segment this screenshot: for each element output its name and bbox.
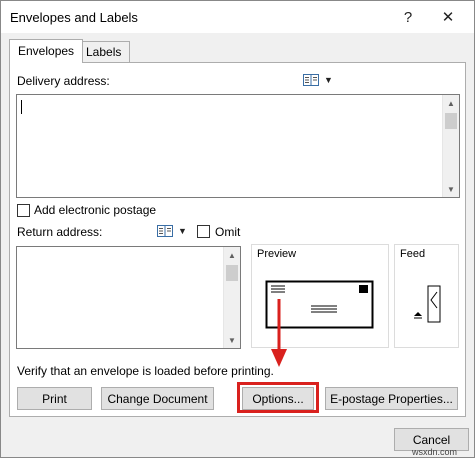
text-cursor [21, 100, 22, 114]
change-document-button-label: Change Document [107, 391, 208, 406]
options-button[interactable]: Options... [242, 387, 314, 410]
close-icon: ✕ [441, 9, 455, 26]
tab-labels-label: Labels [86, 45, 122, 59]
tab-labels[interactable]: Labels [77, 41, 131, 62]
tab-envelopes-label: Envelopes [18, 44, 75, 58]
return-address-dropdown-icon[interactable]: ▼ [178, 226, 187, 236]
delivery-address-label: Delivery address: [17, 74, 110, 88]
close-button[interactable]: ✕ [433, 5, 463, 29]
help-button[interactable]: ? [393, 5, 423, 29]
watermark: wsxdn.com [412, 447, 458, 457]
help-icon: ? [403, 8, 413, 26]
feed-label: Feed [400, 248, 426, 260]
omit-label: Omit [215, 225, 241, 239]
return-scroll-thumb[interactable] [226, 265, 238, 281]
tab-envelopes[interactable]: Envelopes [9, 39, 84, 63]
change-document-button[interactable]: Change Document [101, 387, 214, 410]
address-book-icon[interactable] [303, 74, 319, 86]
return-address-input[interactable]: ▲ ▼ [16, 246, 241, 349]
return-scroll-up-icon[interactable]: ▲ [224, 247, 240, 263]
feed-method-icon[interactable] [412, 285, 442, 323]
return-scroll-down-icon[interactable]: ▼ [224, 332, 240, 348]
delivery-scrollbar[interactable]: ▲ ▼ [442, 95, 459, 197]
print-button[interactable]: Print [17, 387, 92, 410]
return-address-label: Return address: [17, 225, 103, 239]
delivery-address-input[interactable]: ▲ ▼ [16, 94, 460, 198]
electronic-postage-label: Add electronic postage [34, 203, 157, 217]
title-bar: Envelopes and Labels ? ✕ [1, 1, 474, 33]
address-book-dropdown-icon[interactable]: ▼ [324, 75, 333, 85]
options-button-label: Options... [252, 391, 304, 406]
scroll-thumb[interactable] [445, 113, 457, 129]
return-scrollbar[interactable]: ▲ ▼ [223, 247, 240, 348]
e-postage-properties-button-label: E-postage Properties... [330, 391, 453, 406]
annotation-arrow-icon [271, 299, 287, 367]
cancel-button-label: Cancel [412, 432, 451, 447]
verify-message: Verify that an envelope is loaded before… [17, 364, 274, 378]
omit-checkbox[interactable] [197, 225, 210, 238]
print-button-label: Print [42, 391, 67, 406]
electronic-postage-checkbox[interactable] [17, 204, 30, 217]
preview-label: Preview [257, 248, 297, 260]
e-postage-properties-button[interactable]: E-postage Properties... [325, 387, 458, 410]
return-address-book-icon[interactable] [157, 225, 173, 237]
scroll-down-icon[interactable]: ▼ [443, 181, 459, 197]
envelopes-labels-dialog: Envelopes and Labels ? ✕ Envelopes Label… [0, 0, 475, 458]
scroll-up-icon[interactable]: ▲ [443, 95, 459, 111]
window-title: Envelopes and Labels [10, 10, 138, 25]
